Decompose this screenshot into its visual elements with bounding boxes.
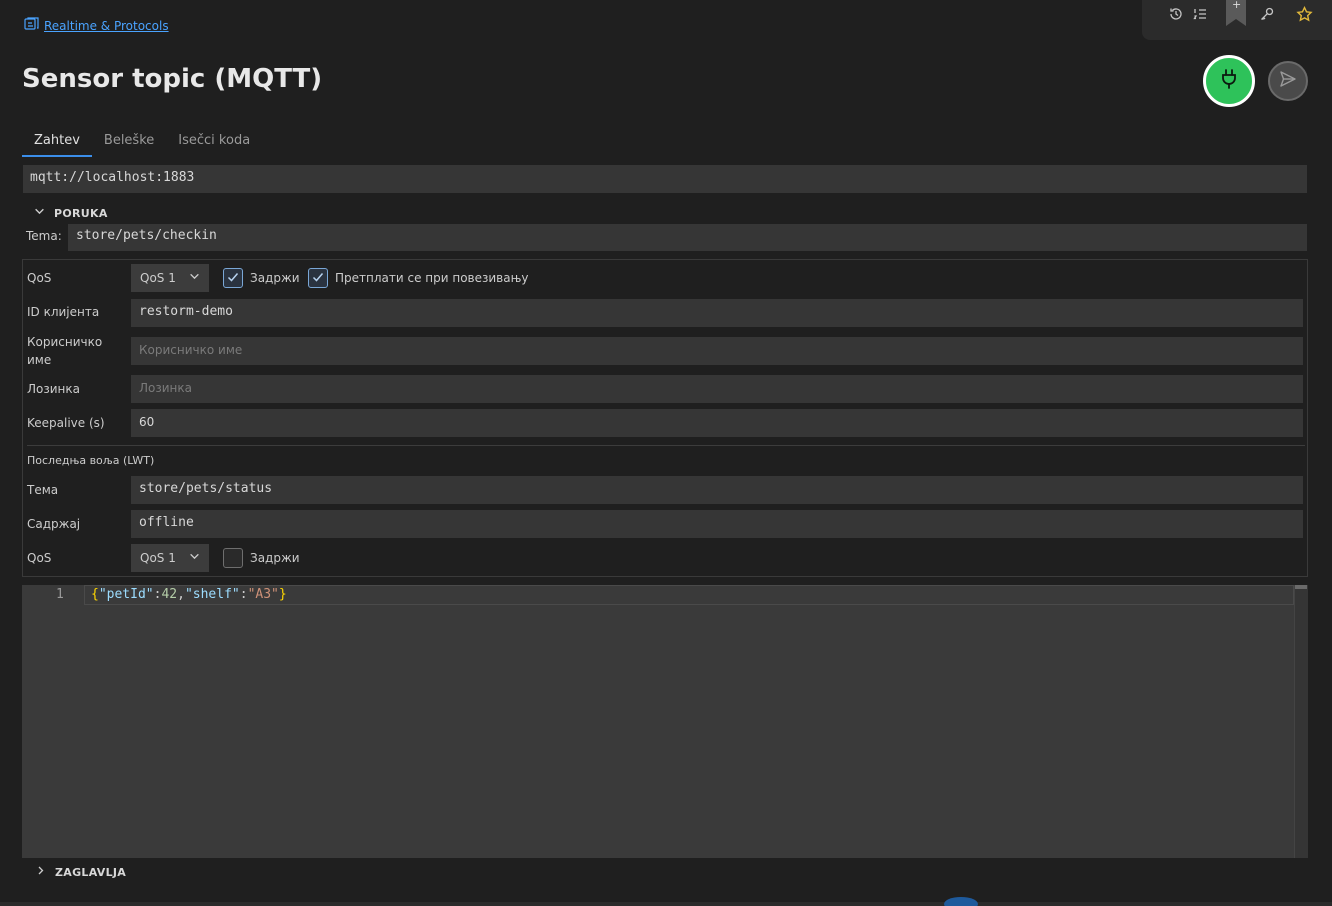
- line-number: 1: [56, 587, 64, 602]
- subscribe-option: Претплати се при повезивању: [308, 268, 529, 288]
- keepalive-input[interactable]: 60: [131, 409, 1303, 437]
- tab-zahtev[interactable]: Zahtev: [22, 128, 92, 157]
- message-section-toggle[interactable]: PORUKA: [34, 206, 108, 220]
- token-number: 42: [161, 587, 178, 602]
- lwt-retain-checkbox[interactable]: [223, 548, 243, 568]
- chevron-down-icon: [34, 206, 45, 220]
- lwt-qos-select[interactable]: QoS 1: [131, 544, 209, 572]
- message-section-title: PORUKA: [54, 206, 108, 220]
- status-strip: [0, 902, 1332, 906]
- chevron-down-icon: [189, 271, 200, 285]
- lwt-topic-label: Тема: [27, 483, 59, 497]
- key-icon[interactable]: [1257, 4, 1277, 24]
- connect-button[interactable]: [1203, 55, 1255, 107]
- collection-icon: [24, 17, 40, 34]
- password-input[interactable]: Лозинка: [131, 375, 1303, 403]
- lwt-retain-label: Задржи: [250, 551, 300, 565]
- url-input[interactable]: mqtt://localhost:1883: [23, 165, 1307, 193]
- tab-isecci-koda[interactable]: Isečci koda: [166, 128, 262, 157]
- username-label: Корисничко име: [27, 333, 102, 369]
- editor-scrollbar[interactable]: [1294, 585, 1308, 858]
- chevron-down-icon: [189, 551, 200, 565]
- bookmark-plus: +: [1232, 0, 1242, 11]
- check-icon: [226, 270, 240, 287]
- retain-option: Задржи: [223, 268, 300, 288]
- retain-label: Задржи: [250, 271, 300, 285]
- client-id-label: ID клијента: [27, 305, 100, 319]
- token-brace: }: [278, 587, 287, 602]
- qos-label: QoS: [27, 271, 52, 285]
- lwt-topic-input[interactable]: store/pets/status: [131, 476, 1303, 504]
- plug-icon: [1219, 68, 1239, 94]
- scroll-thumb[interactable]: [1295, 585, 1307, 589]
- headers-section-toggle[interactable]: ZAGLAVLJA: [36, 865, 126, 879]
- lwt-qos-label: QoS: [27, 551, 52, 565]
- lwt-retain-option: Задржи: [223, 548, 300, 568]
- tab-bar: Zahtev Beleške Isečci koda: [22, 128, 262, 157]
- lwt-payload-input[interactable]: offline: [131, 510, 1303, 538]
- send-button[interactable]: [1268, 61, 1308, 101]
- headers-section-title: ZAGLAVLJA: [55, 865, 127, 879]
- retain-checkbox[interactable]: [223, 268, 243, 288]
- topic-input[interactable]: store/pets/checkin: [68, 224, 1307, 251]
- lwt-payload-label: Садржај: [27, 517, 81, 531]
- token-brace: {: [91, 587, 99, 602]
- bookmark-add-icon[interactable]: +: [1226, 0, 1246, 26]
- token-colon: :: [239, 587, 248, 602]
- username-input[interactable]: Корисничко име: [131, 337, 1303, 365]
- lwt-qos-select-value: QoS 1: [140, 551, 176, 565]
- qos-select[interactable]: QoS 1: [131, 264, 209, 292]
- breadcrumb: Realtime & Protocols: [24, 17, 169, 34]
- breadcrumb-link[interactable]: Realtime & Protocols: [44, 19, 169, 33]
- toolbar: +: [1142, 0, 1332, 40]
- send-icon: [1278, 69, 1298, 93]
- client-id-input[interactable]: restorm-demo: [131, 299, 1303, 327]
- chevron-right-icon: [36, 865, 46, 879]
- token-key: "shelf": [184, 587, 240, 602]
- check-icon: [311, 270, 325, 287]
- page-title: Sensor topic (MQTT): [22, 64, 323, 94]
- username-label-line2: име: [27, 353, 52, 367]
- topic-label: Tema:: [26, 229, 62, 243]
- token-key: "petId": [98, 587, 154, 602]
- password-label: Лозинка: [27, 382, 80, 396]
- payload-editor[interactable]: 1 {"petId":42,"shelf":"A3"}: [22, 585, 1308, 858]
- bottom-indicator: [944, 897, 978, 906]
- tab-beleske[interactable]: Beleške: [92, 128, 166, 157]
- list-numbered-icon[interactable]: [1190, 4, 1210, 24]
- username-label-line1: Корисничко: [27, 335, 103, 349]
- subscribe-on-connect-label: Претплати се при повезивању: [335, 271, 529, 285]
- divider: [27, 445, 1305, 446]
- token-string: "A3": [247, 587, 279, 602]
- history-icon[interactable]: [1166, 4, 1186, 24]
- subscribe-on-connect-checkbox[interactable]: [308, 268, 328, 288]
- connection-options: QoS QoS 1 Задржи Претплати се при повези…: [22, 259, 1308, 577]
- token-comma: ,: [177, 587, 185, 602]
- code-line: {"petId":42,"shelf":"A3"}: [91, 587, 287, 602]
- qos-select-value: QoS 1: [140, 271, 176, 285]
- star-icon[interactable]: [1294, 4, 1314, 24]
- lwt-title: Последња воља (LWT): [27, 454, 155, 467]
- keepalive-label: Keepalive (s): [27, 416, 105, 430]
